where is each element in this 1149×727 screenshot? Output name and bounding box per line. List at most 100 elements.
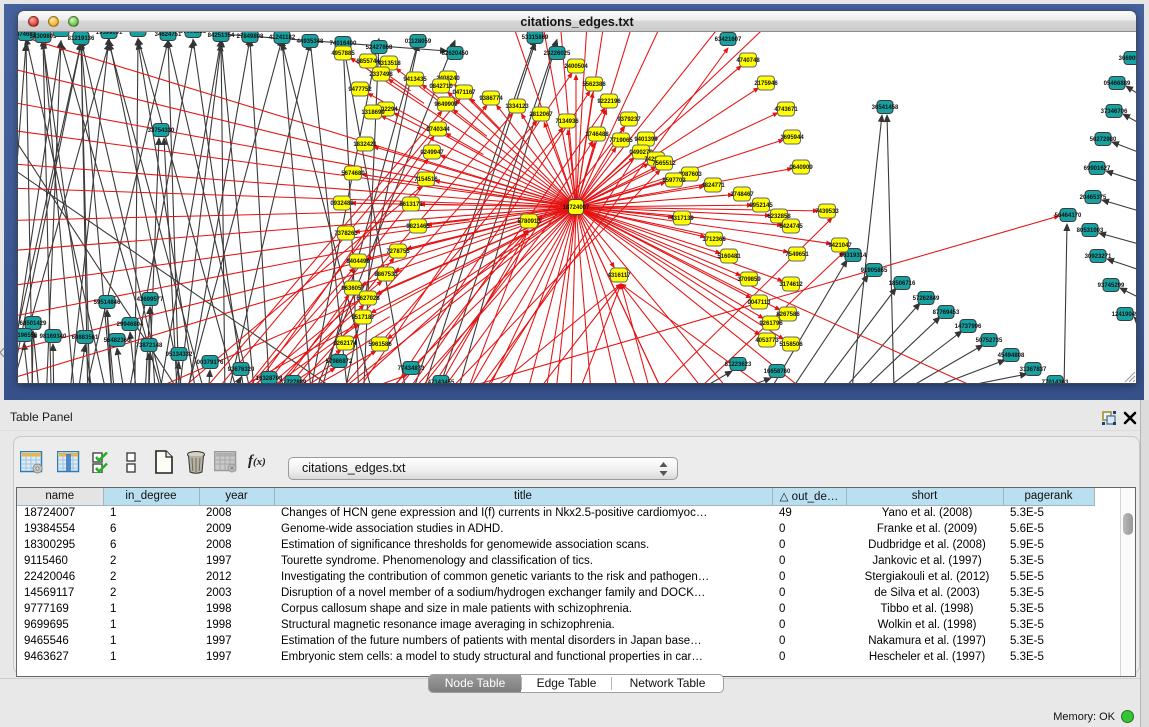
svg-text:07991183: 07991183 <box>180 32 207 35</box>
svg-text:9386774: 9386774 <box>479 96 503 102</box>
svg-text:57262849: 57262849 <box>913 296 940 302</box>
svg-text:9413435: 9413435 <box>403 77 427 83</box>
svg-text:98169340: 98169340 <box>40 334 67 340</box>
svg-text:93745299: 93745299 <box>1098 283 1125 289</box>
svg-text:7154516: 7154516 <box>414 177 438 183</box>
svg-text:6627028: 6627028 <box>356 296 380 302</box>
svg-text:56482366: 56482366 <box>104 338 131 344</box>
svg-text:18724007: 18724007 <box>563 205 590 211</box>
svg-text:56464170: 56464170 <box>1055 213 1082 219</box>
svg-text:00379176: 00379176 <box>197 360 224 366</box>
svg-text:77434873: 77434873 <box>398 366 425 372</box>
svg-text:00978820: 00978820 <box>48 32 75 34</box>
svg-text:2175946: 2175946 <box>754 81 778 87</box>
svg-text:68501429: 68501429 <box>20 321 47 327</box>
svg-text:4317139: 4317139 <box>670 216 694 222</box>
svg-text:4740748: 4740748 <box>736 58 760 64</box>
svg-text:8424745: 8424745 <box>779 224 803 230</box>
svg-text:8613171: 8613171 <box>399 202 423 208</box>
svg-text:4053773: 4053773 <box>755 338 779 344</box>
svg-text:69985435: 69985435 <box>125 32 152 34</box>
svg-text:8597703: 8597703 <box>662 178 686 184</box>
svg-text:31367837: 31367837 <box>1020 367 1047 373</box>
svg-text:63421607: 63421607 <box>715 37 742 43</box>
svg-text:93676320: 93676320 <box>228 367 255 373</box>
svg-text:95134332: 95134332 <box>166 352 193 358</box>
svg-text:9740344: 9740344 <box>426 127 450 133</box>
svg-text:8867533: 8867533 <box>374 272 398 278</box>
svg-text:34624751: 34624751 <box>155 32 182 38</box>
svg-text:5158506: 5158506 <box>779 342 803 348</box>
svg-text:40196556: 40196556 <box>18 333 38 339</box>
svg-text:0842710: 0842710 <box>429 84 453 90</box>
svg-text:4824771: 4824771 <box>701 183 725 189</box>
svg-text:45494808: 45494808 <box>998 353 1025 359</box>
svg-text:82620450: 82620450 <box>442 51 469 57</box>
svg-text:41241182: 41241182 <box>269 35 296 41</box>
svg-text:43699577: 43699577 <box>137 297 164 303</box>
svg-text:5562386: 5562386 <box>582 82 606 88</box>
svg-text:37346706: 37346706 <box>1101 109 1128 115</box>
svg-text:47143455: 47143455 <box>428 380 455 383</box>
svg-text:9379237: 9379237 <box>617 117 641 123</box>
svg-text:7439533: 7439533 <box>815 209 839 215</box>
svg-text:9261796: 9261796 <box>759 321 783 327</box>
svg-text:12419049: 12419049 <box>1112 312 1136 318</box>
svg-text:1318699: 1318699 <box>361 110 385 116</box>
svg-text:27849808: 27849808 <box>237 34 264 40</box>
svg-text:2400504: 2400504 <box>564 64 588 70</box>
svg-text:81219136: 81219136 <box>68 36 95 42</box>
svg-text:84251354: 84251354 <box>208 33 235 39</box>
svg-text:2812067: 2812067 <box>529 112 553 118</box>
svg-text:9222196: 9222196 <box>597 99 621 105</box>
svg-text:18506716: 18506716 <box>889 281 916 287</box>
svg-text:7719065: 7719065 <box>609 138 633 144</box>
svg-text:2337498: 2337498 <box>369 72 393 78</box>
svg-text:19399091: 19399091 <box>96 32 123 36</box>
svg-text:44935348: 44935348 <box>297 39 324 45</box>
svg-text:0249947: 0249947 <box>420 150 444 156</box>
svg-text:0262174: 0262174 <box>333 341 357 347</box>
svg-text:7565512: 7565512 <box>652 161 676 167</box>
svg-text:56272980: 56272980 <box>1090 137 1117 143</box>
svg-text:33754330: 33754330 <box>148 128 175 134</box>
svg-text:5961586: 5961586 <box>368 342 392 348</box>
svg-text:7278755: 7278755 <box>386 249 410 255</box>
svg-text:29946804: 29946804 <box>117 322 144 328</box>
svg-text:0640909: 0640909 <box>789 165 813 171</box>
svg-text:69901627: 69901627 <box>1084 166 1111 172</box>
svg-text:1746488: 1746488 <box>585 132 609 138</box>
svg-text:36690967: 36690967 <box>1119 56 1136 62</box>
svg-text:9421047: 9421047 <box>828 243 852 249</box>
svg-text:3695944: 3695944 <box>780 135 804 141</box>
svg-text:7134936: 7134936 <box>555 119 579 125</box>
svg-text:81223623: 81223623 <box>725 362 752 368</box>
svg-text:87769453: 87769453 <box>933 310 960 316</box>
svg-text:50752735: 50752735 <box>976 338 1003 344</box>
svg-text:5780913: 5780913 <box>517 219 541 225</box>
svg-text:91905865: 91905865 <box>861 268 888 274</box>
svg-text:2748467: 2748467 <box>730 192 754 198</box>
svg-text:30923271: 30923271 <box>1085 254 1112 260</box>
svg-text:0952145: 0952145 <box>749 203 773 209</box>
svg-text:60883561: 60883561 <box>72 335 99 341</box>
svg-text:4316117: 4316117 <box>607 273 631 279</box>
svg-text:57986872: 57986872 <box>326 359 353 365</box>
svg-text:66319314: 66319314 <box>840 253 867 259</box>
svg-text:14737996: 14737996 <box>955 324 982 330</box>
svg-text:9517187: 9517187 <box>351 315 375 321</box>
svg-text:3174612: 3174612 <box>779 282 803 288</box>
svg-text:0471167: 0471167 <box>452 90 476 96</box>
svg-text:4957885: 4957885 <box>331 51 355 57</box>
svg-text:9821465: 9821465 <box>406 224 430 230</box>
svg-text:7378263: 7378263 <box>334 231 358 237</box>
svg-text:0932480: 0932480 <box>330 201 354 207</box>
svg-text:9649909: 9649909 <box>434 102 458 108</box>
svg-text:8267586: 8267586 <box>776 312 800 318</box>
svg-text:3709859: 3709859 <box>737 277 761 283</box>
svg-text:5674680: 5674680 <box>341 171 365 177</box>
svg-text:0047113: 0047113 <box>747 300 771 306</box>
svg-text:16658760: 16658760 <box>764 369 791 375</box>
svg-text:01128059: 01128059 <box>405 39 432 45</box>
svg-text:7549651: 7549651 <box>785 252 809 258</box>
